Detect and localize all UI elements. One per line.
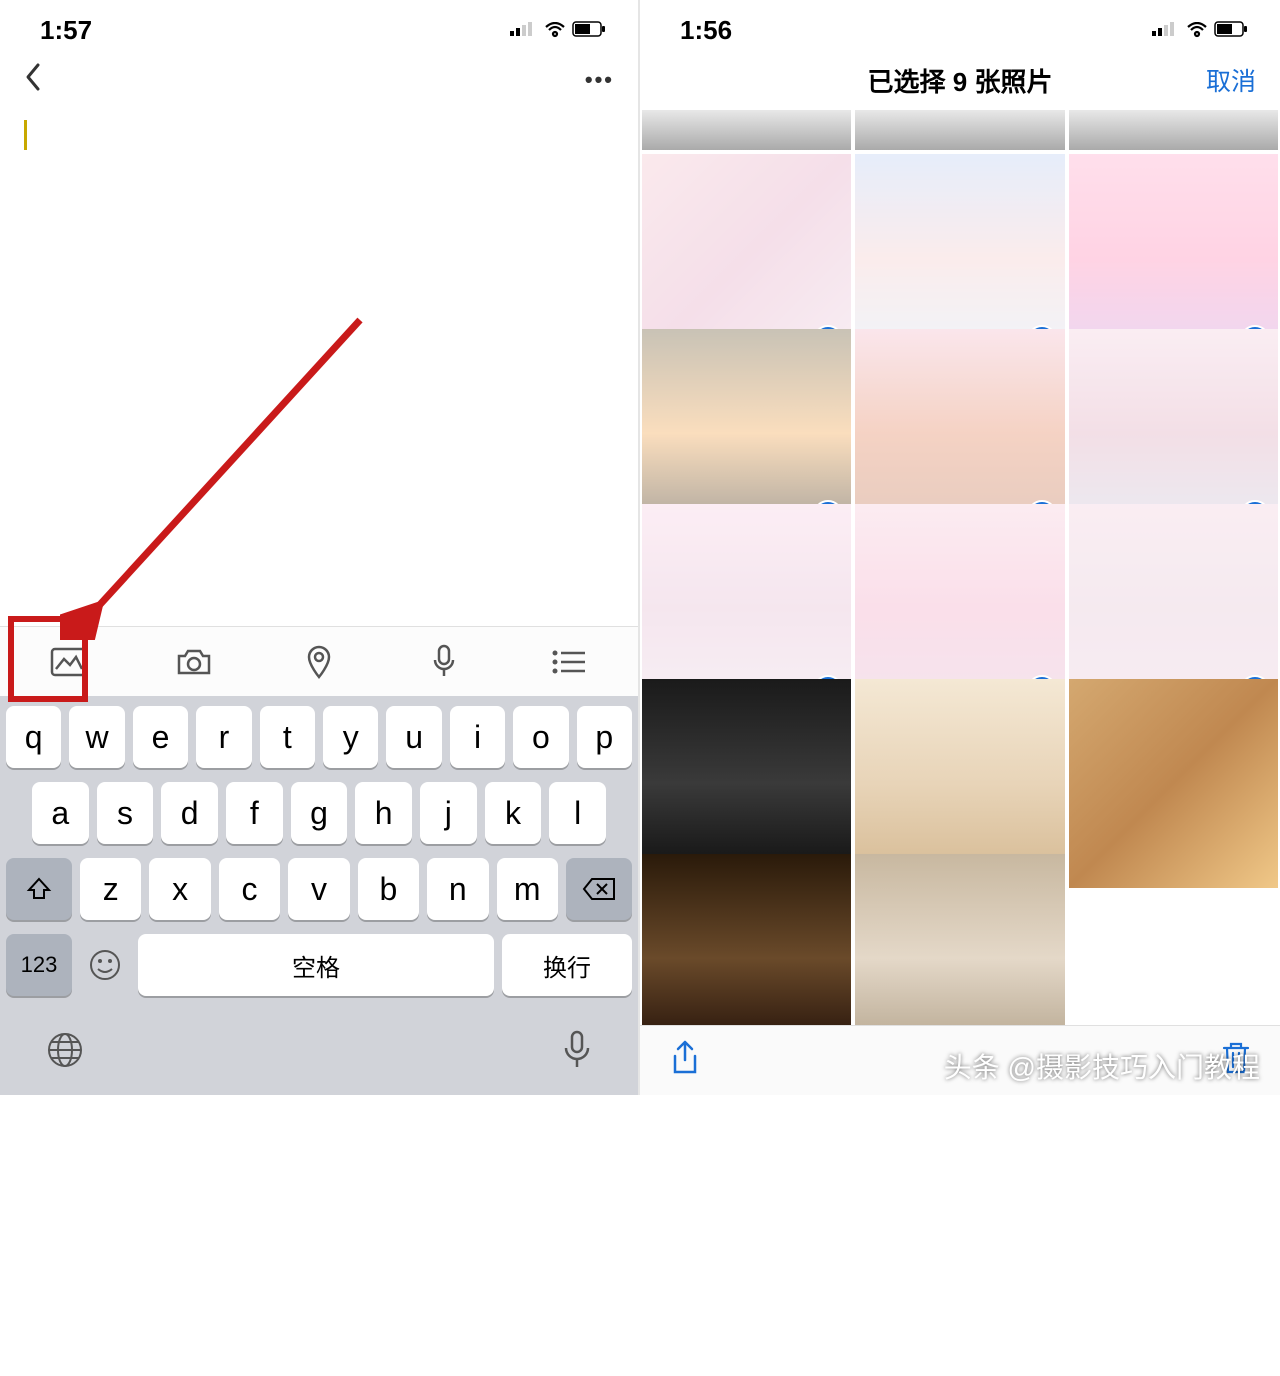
key-c[interactable]: c	[219, 858, 280, 920]
key-t[interactable]: t	[260, 706, 315, 768]
location-button[interactable]	[289, 635, 349, 689]
key-m[interactable]: m	[497, 858, 558, 920]
keyboard-bottom-row	[6, 1010, 632, 1089]
key-z[interactable]: z	[80, 858, 141, 920]
more-button[interactable]: •••	[585, 67, 614, 93]
picker-nav-bar: 已选择 9 张照片 取消	[640, 50, 1280, 110]
share-button[interactable]	[670, 1040, 700, 1081]
keyboard-row-2: asdfghjkl	[6, 782, 632, 844]
photo-image	[642, 110, 851, 150]
key-u[interactable]: u	[386, 706, 441, 768]
wifi-icon	[1186, 22, 1208, 38]
photo-thumb[interactable]	[642, 854, 851, 1025]
keyboard[interactable]: qwertyuiop asdfghjkl zxcvbnm 123 空格 换行	[0, 696, 638, 1095]
return-key[interactable]: 换行	[502, 934, 632, 996]
right-phone-picker: 1:56 已选择 9 张照片 取消	[640, 0, 1280, 1095]
wifi-icon	[544, 22, 566, 38]
space-key[interactable]: 空格	[138, 934, 494, 996]
key-o[interactable]: o	[513, 706, 568, 768]
annotation-highlight	[8, 616, 88, 702]
mic-button[interactable]	[414, 635, 474, 689]
status-time: 1:57	[40, 15, 92, 46]
back-button[interactable]	[24, 59, 44, 101]
backspace-key[interactable]	[566, 858, 632, 920]
watermark: 头条 @摄影技巧入门教程	[944, 1046, 1260, 1086]
signal-icon	[510, 22, 538, 38]
key-k[interactable]: k	[485, 782, 542, 844]
photo-thumb[interactable]	[642, 110, 851, 150]
emoji-key[interactable]	[80, 934, 130, 996]
key-h[interactable]: h	[355, 782, 412, 844]
key-x[interactable]: x	[149, 858, 210, 920]
numeric-key[interactable]: 123	[6, 934, 72, 996]
key-w[interactable]: w	[69, 706, 124, 768]
key-i[interactable]: i	[450, 706, 505, 768]
key-b[interactable]: b	[358, 858, 419, 920]
key-r[interactable]: r	[196, 706, 251, 768]
key-y[interactable]: y	[323, 706, 378, 768]
key-g[interactable]: g	[291, 782, 348, 844]
key-p[interactable]: p	[577, 706, 632, 768]
status-bar: 1:56	[640, 0, 1280, 50]
photo-thumb[interactable]	[855, 110, 1064, 150]
key-v[interactable]: v	[288, 858, 349, 920]
status-icons	[1152, 21, 1250, 39]
key-a[interactable]: a	[32, 782, 89, 844]
status-time: 1:56	[680, 15, 732, 46]
photo-image	[1069, 110, 1278, 150]
nav-bar: •••	[0, 50, 638, 110]
key-e[interactable]: e	[133, 706, 188, 768]
key-q[interactable]: q	[6, 706, 61, 768]
keyboard-row-1: qwertyuiop	[6, 706, 632, 768]
signal-icon	[1152, 22, 1180, 38]
compose-toolbar	[0, 626, 638, 696]
photo-thumb[interactable]	[1069, 110, 1278, 150]
cancel-button[interactable]: 取消	[1206, 62, 1256, 98]
list-button[interactable]	[539, 635, 599, 689]
photo-image	[642, 854, 851, 1025]
keyboard-row-4: 123 空格 换行	[6, 934, 632, 996]
key-n[interactable]: n	[427, 858, 488, 920]
key-s[interactable]: s	[97, 782, 154, 844]
dictation-key[interactable]	[562, 1030, 592, 1075]
shift-key[interactable]	[6, 858, 72, 920]
key-j[interactable]: j	[420, 782, 477, 844]
key-l[interactable]: l	[549, 782, 606, 844]
left-phone-compose: 1:57 •••	[0, 0, 640, 1095]
picker-title: 已选择 9 张照片	[868, 62, 1053, 99]
photo-thumb[interactable]	[855, 854, 1064, 1025]
battery-icon	[1214, 21, 1250, 39]
key-d[interactable]: d	[161, 782, 218, 844]
photo-image	[855, 854, 1064, 1025]
photo-image	[855, 110, 1064, 150]
compose-text-area[interactable]	[0, 110, 638, 626]
status-bar: 1:57	[0, 0, 638, 50]
photo-grid[interactable]	[640, 110, 1280, 1025]
camera-button[interactable]	[164, 635, 224, 689]
key-f[interactable]: f	[226, 782, 283, 844]
photo-thumb[interactable]	[1069, 679, 1278, 888]
battery-icon	[572, 21, 608, 39]
photo-image	[1069, 679, 1278, 888]
globe-key[interactable]	[46, 1031, 84, 1074]
keyboard-row-3: zxcvbnm	[6, 858, 632, 920]
status-icons	[510, 21, 608, 39]
text-cursor	[24, 120, 27, 150]
